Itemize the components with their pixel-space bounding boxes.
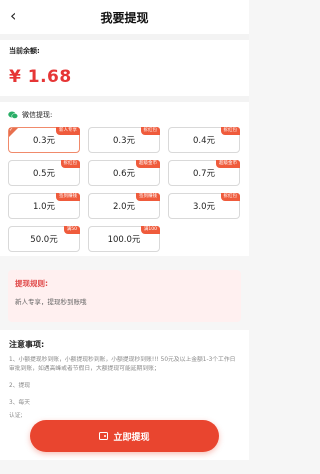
withdraw-now-button[interactable]: 立即提现 [30, 420, 219, 452]
wallet-icon [99, 432, 109, 440]
amount-option-4[interactable]: 超级金币 0.6元 [88, 160, 160, 186]
withdraw-now-label: 立即提现 [113, 432, 150, 443]
option-amount: 2.0元 [112, 202, 136, 212]
option-amount: 0.5元 [32, 169, 56, 179]
option-badge: 签到赚钱 [136, 193, 160, 201]
option-badge: 拆红包 [60, 160, 80, 168]
rules-body: 新人专享，提现秒到账哦 [15, 298, 87, 306]
withdraw-rules-box: 提现规则: 新人专享，提现秒到账哦 [8, 270, 241, 322]
amount-option-3[interactable]: 拆红包 0.5元 [8, 160, 80, 186]
option-badge: 超级金币 [216, 160, 240, 168]
amount-option-1[interactable]: 拆红包 0.3元 [88, 127, 160, 153]
selected-check-icon [9, 127, 18, 137]
option-badge: 签到赚钱 [56, 193, 80, 201]
amount-option-10[interactable]: 满100 100.0元 [88, 226, 160, 252]
option-amount: 1.0元 [32, 202, 56, 212]
option-badge: 满100 [140, 226, 160, 234]
option-amount: 0.4元 [192, 136, 216, 146]
notes-title: 注意事项: [9, 340, 45, 349]
option-amount: 0.3元 [112, 136, 136, 146]
amount-option-5[interactable]: 超级金币 0.7元 [168, 160, 240, 186]
note-item: 2、提现 [9, 383, 31, 389]
option-badge: 拆红包 [220, 193, 240, 201]
rules-title: 提现规则: [15, 279, 48, 288]
option-badge: 拆红包 [220, 127, 240, 135]
option-amount: 3.0元 [192, 202, 216, 212]
balance-card: 当前余额: ¥ 1.68 [0, 40, 249, 96]
chevron-left-icon[interactable]: ‹ [10, 6, 16, 26]
amount-option-9[interactable]: 满50 50.0元 [8, 226, 80, 252]
note-item: 3、每天 [9, 400, 31, 406]
note-item: 1、小额提现秒到账，小额提现秒到账，小额提现秒到账!!! 50元及以上金额1-3… [9, 357, 236, 372]
balance-amount: ¥ 1.68 [9, 67, 72, 87]
option-amount: 0.7元 [192, 169, 216, 179]
amount-options-grid: 新人专享0.3元拆红包0.3元拆红包0.4元拆红包0.5元超级金币0.6元超级金… [8, 127, 241, 252]
option-badge: 满50 [63, 226, 80, 234]
option-amount: 50.0元 [30, 235, 58, 245]
option-badge: 新人专享 [56, 127, 80, 135]
option-amount: 0.6元 [112, 169, 136, 179]
amount-option-8[interactable]: 拆红包 3.0元 [168, 193, 240, 219]
wechat-icon [8, 111, 18, 119]
amount-option-7[interactable]: 签到赚钱 2.0元 [88, 193, 160, 219]
amount-option-2[interactable]: 拆红包 0.4元 [168, 127, 240, 153]
withdraw-section: 微信提现: 新人专享0.3元拆红包0.3元拆红包0.4元拆红包0.5元超级金币0… [0, 102, 249, 256]
top-nav-bar: ‹ 我要提现 [0, 0, 249, 34]
option-amount: 0.3元 [32, 136, 56, 146]
amount-option-6[interactable]: 签到赚钱 1.0元 [8, 193, 80, 219]
page-title: 我要提现 [100, 10, 149, 25]
option-amount: 100.0元 [107, 235, 141, 245]
wechat-withdraw-text: 微信提现: [22, 111, 53, 119]
option-badge: 拆红包 [140, 127, 160, 135]
balance-label: 当前余额: [9, 47, 40, 55]
wechat-withdraw-label: 微信提现: [8, 110, 241, 120]
option-badge: 超级金币 [136, 160, 160, 168]
amount-option-0[interactable]: 新人专享0.3元 [8, 127, 80, 153]
